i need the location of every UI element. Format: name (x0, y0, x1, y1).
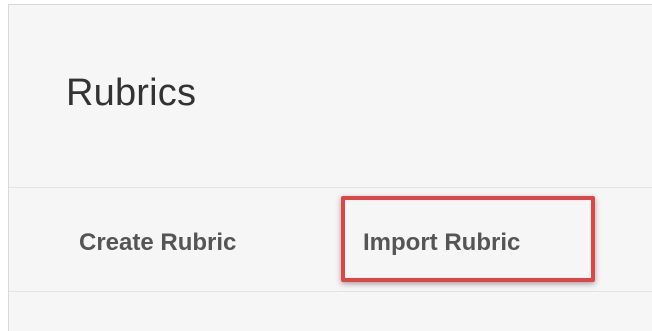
divider-bottom (9, 291, 652, 292)
page-title: Rubrics (66, 72, 197, 114)
import-rubric-link[interactable]: Import Rubric (363, 228, 520, 258)
create-rubric-link[interactable]: Create Rubric (79, 228, 236, 258)
rubrics-panel: Rubrics Create Rubric Import Rubric (8, 4, 652, 331)
rubric-actions-bar: Create Rubric Import Rubric (9, 188, 652, 291)
